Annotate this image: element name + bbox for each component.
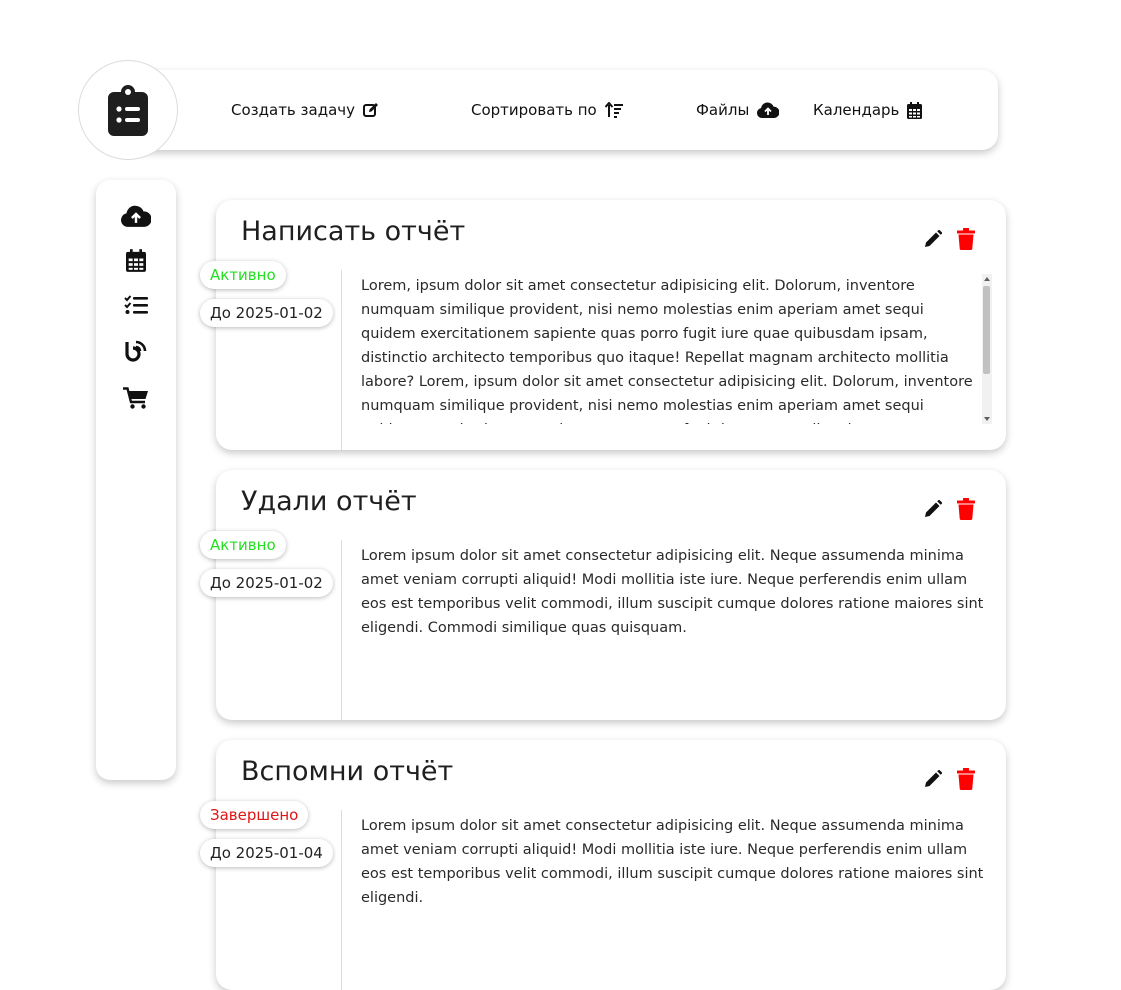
calendar-button[interactable]: Календарь [813, 70, 923, 150]
logo[interactable] [78, 60, 178, 160]
card-divider [341, 540, 342, 720]
edit-task-button[interactable] [922, 228, 944, 250]
pencil-icon [925, 770, 942, 787]
list-check-icon [124, 295, 148, 314]
task-description[interactable]: Lorem, ipsum dolor sit amet consectetur … [361, 274, 981, 424]
blog-icon [125, 340, 147, 362]
cloud-upload-icon [757, 102, 780, 118]
trash-icon [957, 228, 975, 250]
delete-task-button[interactable] [955, 768, 977, 790]
calendar-label: Календарь [813, 101, 900, 119]
sidebar-item-upload[interactable] [96, 201, 176, 231]
task-title: Написать отчёт [241, 216, 466, 247]
edit-task-button[interactable] [922, 768, 944, 790]
status-badge: Активно [200, 261, 286, 289]
trash-icon [957, 498, 975, 520]
sidebar [96, 180, 176, 780]
scroll-up-arrow[interactable] [984, 277, 990, 281]
sort-by-button[interactable]: Сортировать по [471, 70, 623, 150]
header-bar: Создать задачу Сортировать по Файлы Кале… [128, 70, 998, 150]
files-label: Файлы [696, 101, 750, 119]
task-card: Вспомни отчёт Lorem ipsum dolor sit amet… [216, 740, 1006, 990]
sidebar-item-tasks[interactable] [96, 290, 176, 320]
trash-icon [957, 768, 975, 790]
create-task-button[interactable]: Создать задачу [231, 70, 379, 150]
task-description: Lorem ipsum dolor sit amet consectetur a… [361, 818, 984, 906]
scroll-thumb[interactable] [983, 286, 990, 374]
card-divider [341, 810, 342, 990]
create-task-label: Создать задачу [231, 101, 356, 119]
card-divider [341, 270, 342, 450]
deadline-badge: До 2025-01-04 [200, 839, 333, 867]
calendar-icon [126, 248, 146, 272]
status-badge: Завершено [200, 801, 309, 829]
edit-icon [363, 103, 379, 117]
task-title: Вспомни отчёт [241, 756, 454, 787]
sidebar-item-blog[interactable] [96, 336, 176, 366]
delete-task-button[interactable] [955, 228, 977, 250]
sidebar-item-cart[interactable] [96, 383, 176, 413]
task-description: Lorem ipsum dolor sit amet consectetur a… [361, 548, 984, 636]
sort-icon [604, 102, 623, 118]
task-card: Написать отчёт Lorem, ipsum dolor sit am… [216, 200, 1006, 450]
files-button[interactable]: Файлы [696, 70, 780, 150]
calendar-icon [907, 101, 923, 119]
sidebar-item-calendar[interactable] [96, 245, 176, 275]
delete-task-button[interactable] [955, 498, 977, 520]
shopping-cart-icon [123, 387, 148, 409]
status-badge: Активно [200, 531, 286, 559]
pencil-icon [925, 230, 942, 247]
task-title: Удали отчёт [241, 486, 417, 517]
cloud-upload-icon [121, 205, 151, 227]
deadline-badge: До 2025-01-02 [200, 299, 333, 327]
description-scrollbar[interactable] [982, 274, 992, 424]
deadline-badge: До 2025-01-02 [200, 569, 333, 597]
scroll-down-arrow[interactable] [984, 417, 990, 421]
pencil-icon [925, 500, 942, 517]
sort-by-label: Сортировать по [471, 101, 597, 119]
task-card: Удали отчёт Lorem ipsum dolor sit amet c… [216, 470, 1006, 720]
clipboard-list-icon [108, 85, 148, 136]
edit-task-button[interactable] [922, 498, 944, 520]
